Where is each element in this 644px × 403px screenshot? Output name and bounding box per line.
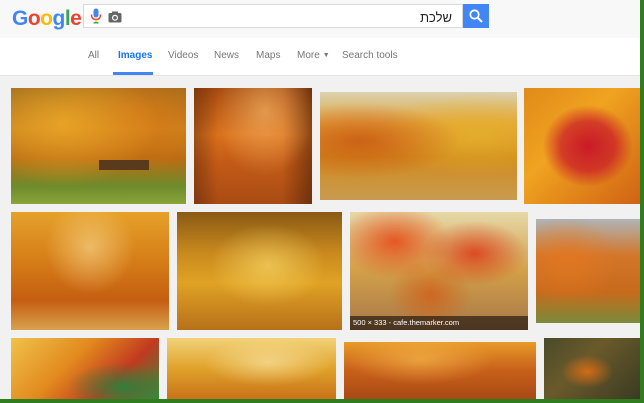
search-box <box>83 4 463 28</box>
search-button[interactable] <box>463 4 489 28</box>
image-texture <box>320 92 517 200</box>
image-results-grid: 500 × 333 - cafe.themarker.com <box>0 76 640 399</box>
image-result[interactable] <box>11 88 186 204</box>
bench-shape <box>99 160 149 170</box>
image-result[interactable]: 500 × 333 - cafe.themarker.com <box>350 212 528 330</box>
mic-icon[interactable] <box>90 8 102 29</box>
image-texture <box>344 342 536 399</box>
image-texture <box>536 219 640 323</box>
image-texture <box>544 338 640 399</box>
search-icon <box>469 9 483 23</box>
image-result[interactable] <box>544 338 640 399</box>
tab-more[interactable]: More ▼ <box>297 50 330 61</box>
tab-news[interactable]: News <box>214 50 239 61</box>
camera-icon[interactable] <box>108 10 122 28</box>
image-result[interactable] <box>194 88 312 204</box>
image-texture <box>350 212 528 330</box>
image-result[interactable] <box>344 342 536 399</box>
image-result[interactable] <box>536 219 640 323</box>
image-texture <box>11 338 159 399</box>
active-tab-indicator <box>113 72 153 75</box>
image-result[interactable] <box>524 88 640 204</box>
search-input[interactable] <box>150 7 454 27</box>
tab-images[interactable]: Images <box>118 50 152 61</box>
search-tabs: All Images Videos News Maps More ▼ Search… <box>0 38 640 76</box>
google-logo[interactable]: Google <box>12 7 82 31</box>
tab-maps[interactable]: Maps <box>256 50 280 61</box>
image-result[interactable] <box>167 338 336 399</box>
tab-videos[interactable]: Videos <box>168 50 198 61</box>
image-result[interactable] <box>11 212 169 330</box>
tab-all[interactable]: All <box>88 50 99 61</box>
image-texture <box>524 88 640 204</box>
image-texture <box>11 212 169 330</box>
image-texture <box>11 88 186 204</box>
tab-search-tools[interactable]: Search tools <box>342 50 398 61</box>
tab-more-label: More <box>297 50 320 61</box>
caret-down-icon: ▼ <box>322 52 330 59</box>
image-hover-caption: 500 × 333 - cafe.themarker.com <box>350 316 528 330</box>
image-texture <box>194 88 312 204</box>
image-result[interactable] <box>320 92 517 200</box>
image-texture <box>167 338 336 399</box>
image-result[interactable] <box>11 338 159 399</box>
search-header: Google <box>0 0 640 39</box>
image-texture <box>177 212 342 330</box>
browser-frame: Google שלכת All Images Videos News Maps … <box>0 0 644 403</box>
image-result[interactable] <box>177 212 342 330</box>
